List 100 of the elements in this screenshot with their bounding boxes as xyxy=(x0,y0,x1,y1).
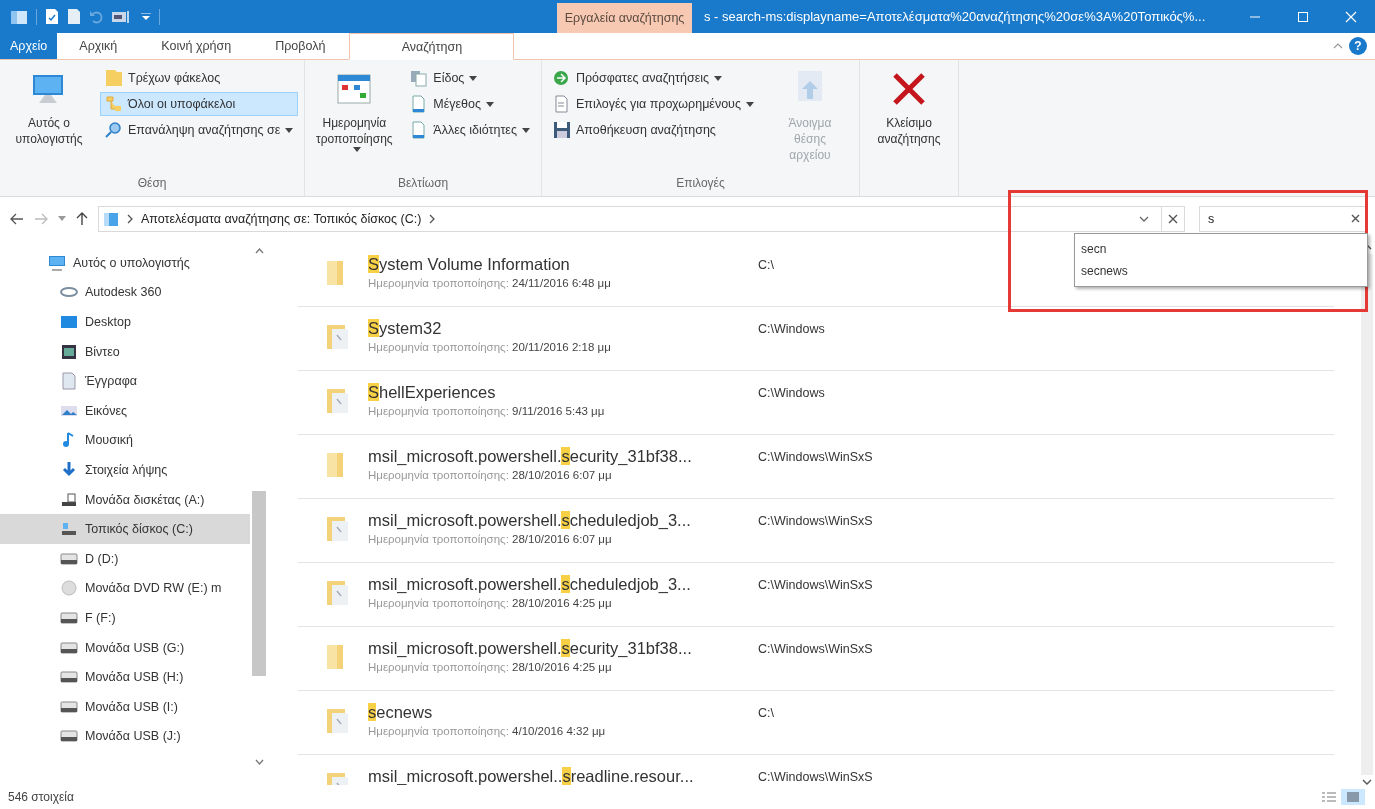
context-tab-header: Εργαλεία αναζήτησης xyxy=(557,3,692,33)
nav-item[interactable]: Εικόνες xyxy=(0,395,250,426)
file-location: C:\Windows\WinSxS xyxy=(758,577,873,592)
file-menu-tab[interactable]: Αρχείο xyxy=(0,33,58,59)
file-name[interactable]: msil_microsoft.powershell.scheduledjob_3... xyxy=(368,509,758,531)
nav-item[interactable]: Μουσική xyxy=(0,425,250,456)
modified-date: Ημερομηνία τροποποίησης: 28/10/2016 6:07 μμ xyxy=(368,469,613,481)
recent-searches-icon xyxy=(552,69,571,87)
nav-item[interactable]: Τοπικός δίσκος (C:) xyxy=(0,514,250,544)
file-name[interactable]: secnews xyxy=(368,701,758,723)
drive-icon xyxy=(60,552,78,565)
modified-date: Ημερομηνία τροποποίησης: 20/11/2016 2:18 μμ xyxy=(368,341,612,353)
large-icons-view-icon xyxy=(1345,791,1361,803)
maximize-icon xyxy=(1297,10,1309,23)
file-location: C:\ xyxy=(758,257,774,272)
properties-icon[interactable] xyxy=(45,8,59,25)
item-count: 546 στοιχεία xyxy=(8,790,74,804)
ribbon-button[interactable]: Κλείσιμο αναζήτησης xyxy=(866,64,952,152)
modified-date: Ημερομηνία τροποποίησης: 24/11/2016 6:48 μμ xyxy=(368,277,612,289)
nav-item[interactable]: Στοιχεία λήψης xyxy=(0,455,250,485)
drive-icon xyxy=(60,611,78,624)
ribbon-tab[interactable]: Αρχική xyxy=(57,33,140,59)
dropdown-caret-icon xyxy=(521,127,530,133)
file-type-icon xyxy=(410,69,429,87)
ribbon-button[interactable]: Ημερομηνία τροποποίησης xyxy=(311,64,398,157)
nav-item[interactable]: Βίντεο xyxy=(0,336,250,367)
ribbon-button[interactable]: Αυτός ο υπολογιστής xyxy=(6,64,92,152)
file-location: C:\Windows xyxy=(758,385,825,400)
nav-item[interactable]: Μονάδα USB (J:) xyxy=(0,721,250,752)
file-name[interactable]: msil_microsoft.powershel..sreadline.resour... xyxy=(368,765,758,785)
nav-item[interactable]: Autodesk 360 xyxy=(0,277,250,308)
group-label: Θέση xyxy=(136,175,168,192)
ribbon-button[interactable]: Είδος xyxy=(405,66,535,90)
help-button[interactable]: ? xyxy=(1349,37,1367,55)
modified-date: Ημερομηνία τροποποίησης: 9/11/2016 5:43 μμ xyxy=(368,405,606,417)
ribbon-button[interactable]: Πρόσφατες αναζητήσεις xyxy=(547,66,759,90)
group-label: Επιλογές xyxy=(675,175,726,192)
drive-icon xyxy=(60,730,78,743)
dropdown-caret-icon xyxy=(714,75,722,81)
dropdown-caret-icon xyxy=(352,147,361,152)
ribbon-button[interactable]: Επανάληψη αναζήτησης σε xyxy=(100,118,299,142)
folder-icon xyxy=(103,210,119,227)
ribbon-tab[interactable]: Αναζήτηση xyxy=(349,33,515,60)
nav-item[interactable]: Desktop xyxy=(0,307,250,337)
nav-item[interactable]: F (F:) xyxy=(0,603,250,633)
file-name[interactable]: msil_microsoft.powershell.scheduledjob_3... xyxy=(368,573,758,595)
dropdown-caret-icon xyxy=(486,101,495,107)
folder-icon xyxy=(105,69,123,87)
scroll-up-icon[interactable] xyxy=(254,248,264,254)
collapse-ribbon-icon[interactable] xyxy=(1333,43,1343,49)
ribbon-button[interactable]: Τρέχων φάκελος xyxy=(100,66,299,90)
nav-item[interactable]: Μονάδα USB (G:) xyxy=(0,632,250,663)
nav-item[interactable]: D (D:) xyxy=(0,543,250,574)
ribbon-button[interactable]: Επιλογές για προχωρημένους xyxy=(547,92,759,116)
ribbon-button[interactable]: Όλοι οι υποφάκελοι xyxy=(100,92,299,116)
ribbon-tab[interactable]: Προβολή xyxy=(253,33,348,59)
close-icon xyxy=(1351,214,1360,223)
file-location: C:\Windows\WinSxS xyxy=(758,769,873,784)
suggestion-item[interactable]: secnews xyxy=(1075,259,1367,282)
computer-icon xyxy=(48,253,66,272)
file-name[interactable]: msil_microsoft.powershell.security_31bf38... xyxy=(368,637,758,659)
ribbon-tab[interactable]: Κοινή χρήση xyxy=(139,33,254,59)
dropdown-caret-icon xyxy=(285,127,294,133)
ribbon-button[interactable]: Μέγεθος xyxy=(405,92,535,116)
file-name[interactable]: ShellExperiences xyxy=(368,381,758,403)
nav-item[interactable]: Μονάδα DVD RW (E:) m xyxy=(0,573,250,604)
nav-item[interactable]: Αυτός ο υπολογιστής xyxy=(0,248,250,278)
customize-caret-icon[interactable] xyxy=(141,12,151,21)
scroll-down-icon[interactable] xyxy=(1361,779,1372,785)
chevron-down-icon xyxy=(1139,215,1149,222)
window-icon[interactable] xyxy=(10,8,28,25)
disc-icon xyxy=(60,579,78,598)
document-icon xyxy=(552,95,571,113)
breadcrumb-chevron-icon xyxy=(125,212,135,225)
file-location: C:\Windows\WinSxS xyxy=(758,641,873,656)
address-path[interactable]: Αποτελέσματα αναζήτησης σε: Τοπικός δίσκος (C:) xyxy=(141,211,422,226)
close-icon xyxy=(1345,10,1357,23)
group-label: Βελτίωση xyxy=(397,175,450,192)
nav-item[interactable]: Έγγραφα xyxy=(0,366,250,396)
file-location: C:\ xyxy=(758,705,774,720)
nav-item[interactable]: Μονάδα δισκέτας (A:) xyxy=(0,484,250,515)
suggestion-item[interactable]: secn xyxy=(1075,237,1367,260)
details-view-icon xyxy=(1321,791,1337,803)
file-location: C:\Windows\WinSxS xyxy=(758,449,873,464)
file-name[interactable]: msil_microsoft.powershell.security_31bf38... xyxy=(368,445,758,467)
ribbon-button[interactable]: Άλλες ιδιότητες xyxy=(405,118,535,142)
file-location: C:\Windows\WinSxS xyxy=(758,513,873,528)
file-location: C:\Windows xyxy=(758,321,825,336)
back-arrow-icon[interactable] xyxy=(10,212,24,225)
recent-locations-caret-icon[interactable] xyxy=(58,216,66,221)
drive-icon xyxy=(60,700,78,713)
dropdown-caret-icon xyxy=(746,101,754,107)
scroll-down-icon[interactable] xyxy=(254,759,264,765)
modified-date: Ημερομηνία τροποποίησης: 28/10/2016 4:25 μμ xyxy=(368,661,613,673)
scrollbar-thumb[interactable] xyxy=(252,491,266,676)
nav-item[interactable]: Μονάδα USB (H:) xyxy=(0,662,250,692)
nav-item[interactable]: Μονάδα USB (I:) xyxy=(0,691,250,722)
up-arrow-icon[interactable] xyxy=(76,211,88,226)
drive-icon xyxy=(60,671,78,684)
ribbon-button[interactable]: Αποθήκευση αναζήτησης xyxy=(547,118,759,142)
